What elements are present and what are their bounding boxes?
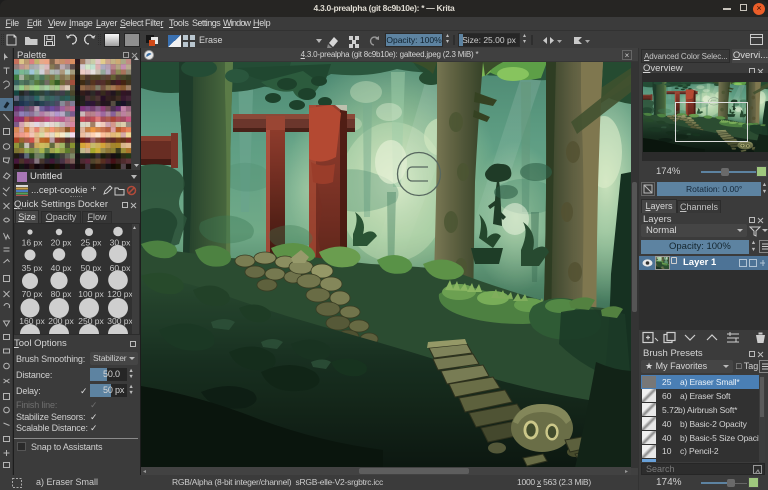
svg-text:40 px: 40 px [51, 263, 73, 273]
svg-text:200 px: 200 px [48, 316, 74, 326]
svg-text:25 px: 25 px [81, 238, 103, 248]
svg-text:35 px: 35 px [22, 263, 44, 273]
svg-text:16 px: 16 px [22, 238, 44, 248]
svg-text:300 px: 300 px [107, 316, 133, 326]
svg-text:60 px: 60 px [110, 263, 132, 273]
svg-text:70 px: 70 px [22, 289, 44, 299]
svg-text:50 px: 50 px [81, 263, 103, 273]
svg-text:20 px: 20 px [51, 238, 73, 248]
svg-text:250 px: 250 px [78, 316, 104, 326]
svg-text:80 px: 80 px [51, 289, 73, 299]
svg-text:120 px: 120 px [107, 289, 133, 299]
svg-text:100 px: 100 px [78, 289, 104, 299]
svg-text:30 px: 30 px [110, 238, 132, 248]
svg-text:160 px: 160 px [19, 316, 45, 326]
